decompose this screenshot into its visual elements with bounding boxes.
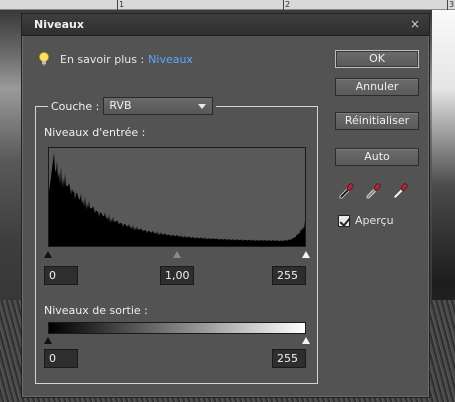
output-black-point-handle[interactable]: [44, 337, 52, 344]
preview-option[interactable]: Aperçu: [338, 214, 394, 227]
input-levels-slider[interactable]: [44, 250, 310, 260]
black-point-eyedropper-icon[interactable]: [338, 182, 356, 200]
ruler: 1 2 3: [0, 0, 455, 10]
output-levels-slider[interactable]: [44, 336, 310, 346]
input-gamma-field[interactable]: 1,00: [160, 266, 194, 285]
gray-point-eyedropper-icon[interactable]: [365, 182, 383, 200]
levels-dialog: Niveaux × En savoir plus : Niveaux OK An…: [21, 13, 430, 398]
input-white-field[interactable]: 255: [272, 266, 306, 285]
preview-checkbox[interactable]: [338, 214, 350, 227]
output-black-field[interactable]: 0: [44, 349, 78, 368]
histogram: [48, 147, 306, 247]
input-levels-label: Niveaux d'entrée :: [44, 126, 146, 139]
help-text: En savoir plus :: [60, 52, 145, 66]
eyedropper-group: [338, 182, 410, 200]
lightbulb-icon: [38, 52, 50, 66]
output-white-point-handle[interactable]: [302, 337, 310, 344]
output-white-field[interactable]: 255: [272, 349, 306, 368]
close-icon[interactable]: ×: [408, 17, 422, 31]
preview-label: Aperçu: [355, 214, 394, 227]
ruler-mark: 1: [119, 0, 125, 9]
output-gradient-bar: [48, 322, 306, 334]
ruler-mark: 2: [285, 0, 291, 9]
help-link[interactable]: Niveaux: [148, 53, 193, 66]
input-black-point-handle[interactable]: [44, 251, 52, 258]
output-levels-label: Niveaux de sortie :: [44, 304, 148, 317]
histogram-graph: [49, 152, 305, 246]
ok-button[interactable]: OK: [335, 50, 419, 68]
input-black-field[interactable]: 0: [44, 266, 78, 285]
dialog-titlebar[interactable]: Niveaux ×: [22, 14, 429, 36]
auto-button[interactable]: Auto: [335, 148, 419, 166]
reset-button[interactable]: Réinitialiser: [335, 112, 419, 130]
channel-select-value: RVB: [109, 99, 132, 112]
dialog-title: Niveaux: [34, 18, 84, 31]
channel-select[interactable]: RVB: [103, 97, 214, 115]
input-white-point-handle[interactable]: [302, 251, 310, 258]
ruler-mark: 3: [449, 0, 455, 9]
help-row: En savoir plus : Niveaux: [38, 51, 193, 67]
white-point-eyedropper-icon[interactable]: [392, 182, 410, 200]
chevron-down-icon: [198, 104, 207, 109]
channel-row: Couche : RVB: [48, 97, 217, 115]
cancel-button[interactable]: Annuler: [335, 78, 419, 96]
channel-label: Couche :: [51, 99, 100, 113]
input-gamma-handle[interactable]: [173, 251, 181, 258]
